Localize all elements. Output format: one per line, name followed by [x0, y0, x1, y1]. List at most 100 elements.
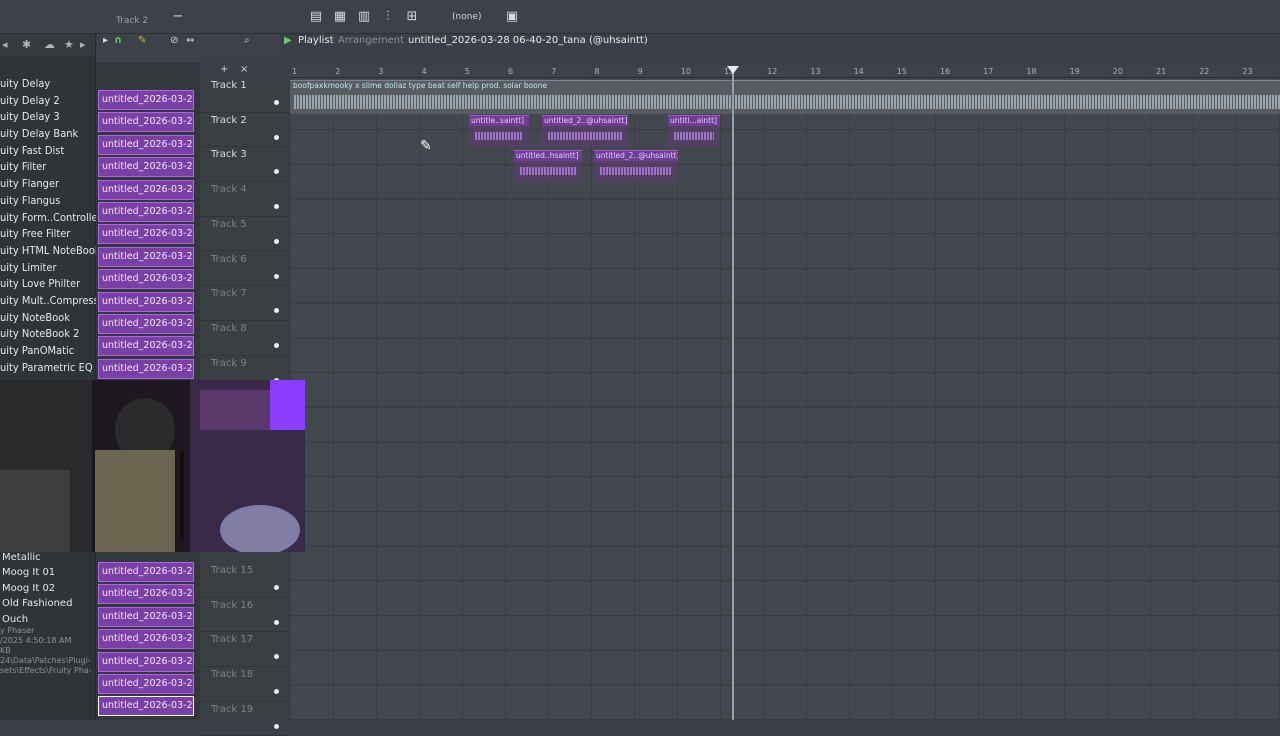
minus-icon[interactable]: −: [170, 9, 186, 25]
track-led-icon[interactable]: [274, 585, 279, 590]
arrow-left-icon[interactable]: ◂: [2, 38, 8, 51]
pattern-item[interactable]: untitled_2026-03-28 06-: [98, 269, 194, 290]
midi-device-selector[interactable]: (none): [452, 12, 481, 22]
pattern-item[interactable]: untitled_2026-03-28 06-: [98, 336, 194, 357]
browser-item[interactable]: uity Form..Controller: [0, 210, 96, 227]
browser-item[interactable]: Metallic: [2, 550, 96, 565]
piano-roll-icon[interactable]: ▦: [332, 9, 348, 25]
browser-item[interactable]: Moog It 01: [2, 565, 96, 580]
pattern-item[interactable]: untitled_2026-03-28 06-: [98, 696, 194, 717]
mixer-icon[interactable]: ⫶: [380, 9, 396, 25]
cloud-icon[interactable]: ☁: [44, 38, 55, 51]
pencil-icon[interactable]: ✎: [138, 35, 146, 46]
pattern-item[interactable]: untitled_2026-03-28 06-: [98, 246, 194, 267]
browser-icon[interactable]: ⊞: [404, 9, 420, 25]
browser-item[interactable]: uity Flangus: [0, 193, 96, 210]
browser-item[interactable]: uity PanOMatic: [0, 343, 96, 360]
track-header[interactable]: Track 6: [200, 252, 290, 287]
pattern-item[interactable]: untitled_2026-03-28 06-: [98, 90, 194, 110]
pattern-item[interactable]: untitled_2026-03-28 06-: [98, 674, 194, 694]
slip-icon[interactable]: ⇔: [186, 35, 194, 46]
arrangement-grid[interactable]: [290, 78, 1280, 720]
pattern-item[interactable]: untitled_2026-03-28 06-: [98, 314, 194, 334]
track-header[interactable]: Track 5: [200, 217, 290, 252]
play-icon[interactable]: ▸: [103, 35, 108, 46]
pattern-item[interactable]: untitled_2026-03-28 06-: [98, 291, 194, 312]
track-header[interactable]: Track 16: [200, 598, 290, 633]
settings-icon[interactable]: ✱: [22, 38, 31, 51]
browser-item[interactable]: uity NoteBook: [0, 310, 96, 327]
pattern-item[interactable]: untitled_2026-03-28 06-: [98, 157, 194, 178]
track-led-icon[interactable]: [274, 100, 279, 105]
track-header[interactable]: Track 8: [200, 321, 290, 356]
timeline-ruler[interactable]: 1 2 3 4 5 6 7 8 9 10 11 12 13 14 15 16 17 18 19 20 21 22 23: [290, 66, 1280, 78]
browser-item[interactable]: uity Mult..Compressor: [0, 293, 96, 310]
pattern-item[interactable]: untitled_2026-03-28 06-: [98, 134, 194, 155]
clip-track2-a[interactable]: untitle..saintt]: [469, 115, 529, 147]
track-header[interactable]: Track 7: [200, 286, 290, 321]
pattern-item[interactable]: untitled_2026-03-28 06-: [98, 629, 194, 650]
clip-track3-a[interactable]: untitled..hsaintt]: [514, 150, 582, 182]
browser-item[interactable]: uity Filter: [0, 159, 96, 176]
pattern-item[interactable]: untitled_2026-03-28 06-: [98, 562, 194, 582]
arrow-right-icon[interactable]: ▸: [80, 38, 86, 51]
browser-item[interactable]: Old Fashioned: [2, 596, 96, 611]
track-led-icon[interactable]: [274, 689, 279, 695]
add-icon[interactable]: +: [220, 64, 228, 75]
mute-icon[interactable]: ⊘: [170, 35, 178, 46]
track-header[interactable]: Track 2: [200, 113, 290, 148]
magnet-icon[interactable]: ∩: [114, 35, 122, 46]
browser-item[interactable]: Ouch: [2, 612, 96, 627]
track-led-icon[interactable]: [274, 342, 279, 348]
track-header[interactable]: Track 19: [200, 702, 290, 736]
pattern-item[interactable]: untitled_2026-03-28 06-: [98, 179, 194, 200]
clip-track3-b[interactable]: untitled_2..@uhsaintt]: [594, 150, 678, 182]
track-header[interactable]: Track 3: [200, 147, 290, 183]
audio-clip-track-1[interactable]: boofpaxkmooky x slime dollaz type beat s…: [290, 80, 1280, 114]
track-led-icon[interactable]: [274, 273, 279, 279]
track-led-icon[interactable]: [274, 308, 279, 314]
pattern-item[interactable]: untitled_2026-03-28 06-: [98, 584, 194, 605]
track-led-icon[interactable]: [274, 654, 279, 660]
star-icon[interactable]: ★: [64, 38, 74, 51]
browser-item[interactable]: uity Delay Bank: [0, 126, 96, 143]
pattern-item[interactable]: untitled_2026-03-28 06-: [98, 606, 194, 627]
track-led-icon[interactable]: [274, 238, 279, 244]
browser-item[interactable]: uity NoteBook 2: [0, 326, 96, 343]
browser-item[interactable]: uity Delay 2: [0, 93, 96, 110]
track-header[interactable]: Track 17: [200, 632, 290, 668]
browser-item[interactable]: uity Flanger: [0, 176, 96, 193]
zoom-icon[interactable]: ⌕: [244, 35, 250, 46]
channel-rack-icon[interactable]: ▥: [356, 9, 372, 25]
playlist-view-icon[interactable]: ▤: [308, 9, 324, 25]
track-header[interactable]: Track 15: [200, 563, 290, 598]
track-header[interactable]: Track 18: [200, 667, 290, 702]
pattern-item[interactable]: untitled_2026-03-28 06-: [98, 358, 194, 379]
browser-item[interactable]: uity Love Philter: [0, 276, 96, 293]
playhead-marker[interactable]: [727, 66, 739, 74]
track-led-icon[interactable]: [274, 134, 279, 140]
track-header[interactable]: Track 1: [200, 78, 290, 113]
pattern-item[interactable]: untitled_2026-03-28 06-: [98, 202, 194, 222]
cart-icon[interactable]: ▣: [504, 9, 520, 25]
browser-item[interactable]: uity Delay 3: [0, 109, 96, 126]
browser-item[interactable]: uity Fast Dist: [0, 143, 96, 160]
track-header[interactable]: Track 4: [200, 182, 290, 217]
browser-item[interactable]: uity Parametric EQ: [0, 360, 96, 377]
close-icon[interactable]: ×: [240, 64, 248, 75]
track-led-icon[interactable]: [274, 723, 279, 729]
pattern-item[interactable]: untitled_2026-03-28 06-: [98, 112, 194, 133]
clip-track2-c[interactable]: untitl...aintt]: [668, 115, 720, 147]
track-led-icon[interactable]: [274, 169, 279, 175]
pattern-item[interactable]: untitled_2026-03-28 06-: [98, 651, 194, 672]
playlist-arrow-icon[interactable]: ▶: [284, 35, 292, 46]
playhead-line[interactable]: [732, 70, 734, 720]
browser-item[interactable]: uity Free Filter: [0, 226, 96, 243]
playlist-mode[interactable]: Arrangement: [338, 35, 404, 46]
browser-item[interactable]: uity Limiter: [0, 260, 96, 277]
pattern-item[interactable]: untitled_2026-03-28 06-: [98, 224, 194, 245]
clip-track2-b[interactable]: untitled_2..@uhsaintt]: [542, 115, 628, 147]
track-led-icon[interactable]: [274, 204, 279, 210]
browser-item[interactable]: Moog It 02: [2, 581, 96, 596]
track-led-icon[interactable]: [274, 619, 279, 625]
